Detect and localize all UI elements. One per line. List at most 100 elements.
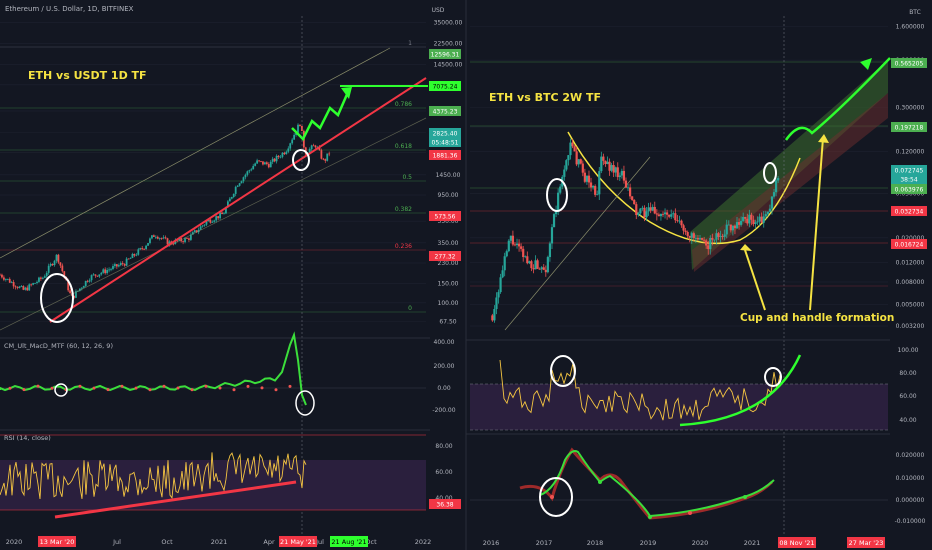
left-candle-body xyxy=(201,225,204,227)
right-candle-body xyxy=(624,180,628,188)
left-candle-body xyxy=(43,276,46,278)
left-macd-cross-dot xyxy=(288,384,292,388)
left-chart-label: ETH vs USDT 1D TF xyxy=(28,69,147,82)
right-candle-body xyxy=(729,224,732,231)
right-candle-body xyxy=(645,211,648,218)
left-candle-body xyxy=(228,198,231,202)
right-candle-body xyxy=(534,260,537,270)
left-candle-body xyxy=(24,287,27,290)
left-candle-body xyxy=(213,220,216,222)
left-candle-body xyxy=(61,265,64,272)
left-candle-body xyxy=(28,284,31,291)
left-candle-body xyxy=(16,287,19,289)
right-price-tick: 0.120000 xyxy=(896,149,925,156)
left-macd-cross-dot xyxy=(232,388,236,392)
right-candle-body xyxy=(668,214,671,217)
right-candle-body xyxy=(672,213,675,215)
right-macd-cross-dot xyxy=(688,511,692,515)
left-candle-body xyxy=(320,150,323,159)
right-candle-body xyxy=(563,169,566,177)
left-candle-body xyxy=(160,238,163,239)
right-candle-body xyxy=(511,235,515,245)
left-macd-tick: 0.00 xyxy=(437,385,451,392)
right-candle-body xyxy=(620,170,623,176)
right-candle-body xyxy=(540,267,543,270)
right-candle-body xyxy=(505,251,508,257)
fib-level-label: 0.618 xyxy=(395,143,412,150)
right-candle-body xyxy=(542,267,545,270)
left-candle-body xyxy=(47,265,50,273)
left-candle-body xyxy=(250,169,253,171)
right-candle-body xyxy=(655,213,658,215)
left-candle-body xyxy=(36,281,38,283)
left-candle-body xyxy=(151,235,153,239)
left-candle-body xyxy=(322,158,325,160)
right-candle-body xyxy=(587,175,591,183)
left-candle-body xyxy=(26,287,29,291)
right-candle-body xyxy=(774,180,778,193)
left-price-box-label: 1881.36 xyxy=(433,153,458,160)
right-price-box-label: 0.565205 xyxy=(895,61,924,68)
left-price-box-label: 05:48:51 xyxy=(432,140,459,147)
left-candle-body xyxy=(166,238,169,245)
left-candle-body xyxy=(125,258,128,266)
left-price-axis: 35000.0022500.0014500.009500.005500.0035… xyxy=(434,19,463,325)
left-candle-body xyxy=(281,152,284,157)
right-candle-body xyxy=(641,207,644,209)
right-candle-body xyxy=(552,214,556,228)
left-macd-cross-dot xyxy=(260,386,264,390)
left-candle-body xyxy=(141,248,144,249)
left-macd-tick: 200.00 xyxy=(434,363,455,370)
right-date-badge-label: 27 Mar '23 xyxy=(849,539,884,547)
left-candle-body xyxy=(152,235,155,237)
fib-level-label: 0.5 xyxy=(402,174,412,181)
right-price-tick: 1.600000 xyxy=(896,24,925,31)
right-candle-body xyxy=(670,214,673,217)
right-candle-body xyxy=(637,213,640,216)
right-chart-label: ETH vs BTC 2W TF xyxy=(489,91,601,104)
right-time-tick: 2021 xyxy=(744,539,761,547)
left-macd-cross-dot xyxy=(190,388,194,392)
left-candle-body xyxy=(238,183,241,186)
right-candle-body xyxy=(762,216,765,223)
right-candle-body xyxy=(530,261,533,269)
right-candle-body xyxy=(735,222,739,229)
left-time-tick: Apr xyxy=(263,538,275,546)
left-currency-label: USD xyxy=(432,7,445,14)
right-candle-body xyxy=(696,237,700,240)
right-price-tick: 0.005000 xyxy=(896,302,925,309)
right-candle-body xyxy=(546,257,549,273)
right-candle-body xyxy=(509,235,512,241)
fib-level-label: 0 xyxy=(408,305,412,312)
right-candle-body xyxy=(591,185,595,188)
left-candle-body xyxy=(312,145,315,147)
right-time-tick: 2018 xyxy=(587,539,604,547)
left-price-box-label: 7075.24 xyxy=(433,84,458,91)
left-candle-body xyxy=(262,161,264,165)
right-candle-body xyxy=(536,260,539,269)
left-candle-body xyxy=(22,286,25,290)
left-candle-body xyxy=(131,253,134,258)
right-candle-body xyxy=(717,233,720,237)
right-candle-body xyxy=(682,225,685,231)
left-macd-cross-dot xyxy=(78,384,82,388)
left-candle-body xyxy=(40,277,42,279)
right-candle-body xyxy=(661,213,665,215)
right-candle-body xyxy=(602,156,605,161)
left-candle-body xyxy=(211,221,214,223)
left-candle-body xyxy=(12,282,15,287)
left-candle-body xyxy=(310,145,313,149)
left-candle-body xyxy=(143,248,146,250)
right-candle-body xyxy=(750,214,753,220)
right-candle-body xyxy=(569,142,572,156)
right-candle-body xyxy=(497,292,500,298)
left-candle-body xyxy=(326,153,329,161)
left-candle-body xyxy=(10,282,13,283)
left-candle-body xyxy=(193,230,196,233)
left-candle-body xyxy=(38,277,40,282)
right-candle-body xyxy=(622,170,626,181)
left-candle-body xyxy=(264,162,266,165)
left-price-box-label: 277.32 xyxy=(435,254,456,261)
right-candle-body xyxy=(616,167,619,178)
right-candle-body xyxy=(766,211,769,215)
